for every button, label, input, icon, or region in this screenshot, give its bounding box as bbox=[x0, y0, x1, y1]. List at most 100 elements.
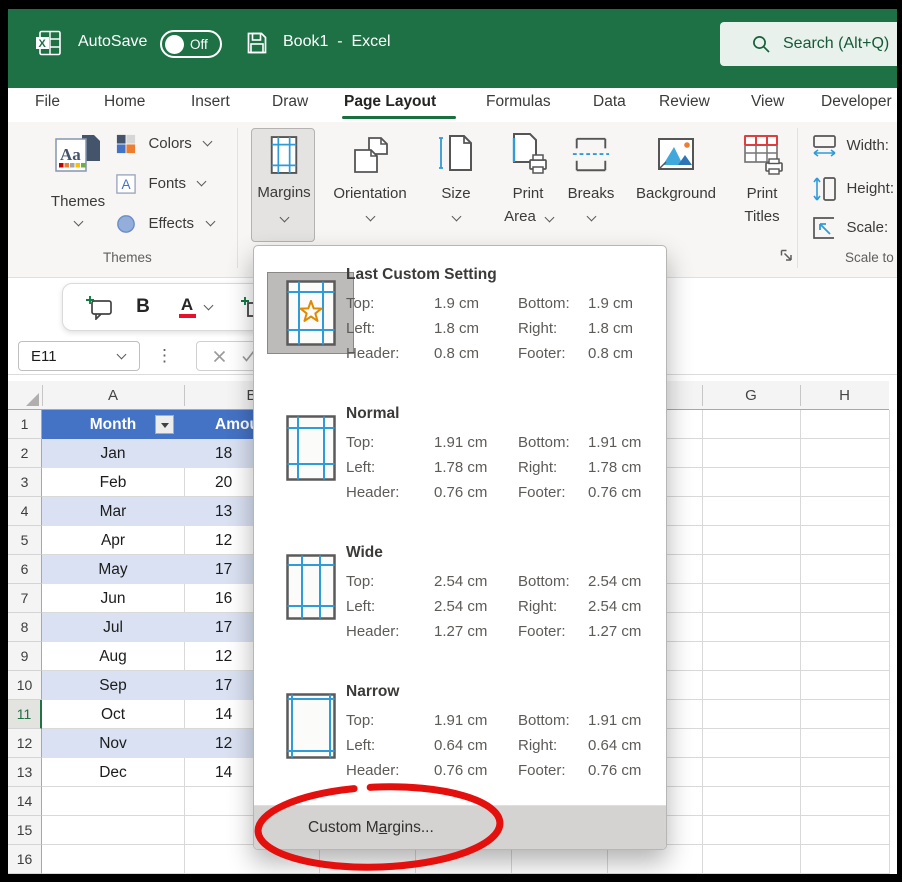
tab-view[interactable]: View bbox=[751, 93, 784, 111]
tab-home[interactable]: Home bbox=[104, 93, 145, 111]
excel-app-icon[interactable]: X bbox=[36, 30, 62, 56]
breaks-button[interactable]: Breaks bbox=[561, 128, 621, 242]
width-icon bbox=[812, 134, 838, 158]
preset-title: Normal bbox=[346, 405, 399, 423]
cell-month[interactable]: Jan bbox=[42, 439, 184, 468]
orientation-button[interactable]: Orientation bbox=[322, 128, 418, 242]
cancel-icon[interactable] bbox=[213, 350, 226, 363]
chevron-down-icon bbox=[203, 300, 213, 310]
row-header[interactable]: 16 bbox=[8, 845, 42, 874]
cell-month[interactable]: Oct bbox=[42, 700, 184, 729]
row-header[interactable]: 7 bbox=[8, 584, 42, 613]
autosave-state: Off bbox=[190, 37, 208, 52]
background-button[interactable]: Background bbox=[626, 128, 726, 242]
save-icon[interactable] bbox=[246, 31, 268, 55]
row-header[interactable]: 3 bbox=[8, 468, 42, 497]
cell-month[interactable]: Apr bbox=[42, 526, 184, 555]
row-header[interactable]: 1 bbox=[8, 410, 42, 439]
cell-month[interactable]: Feb bbox=[42, 468, 184, 497]
row-header[interactable]: 14 bbox=[8, 787, 42, 816]
row-header[interactable]: 4 bbox=[8, 497, 42, 526]
row-header[interactable]: 6 bbox=[8, 555, 42, 584]
label-top: Top: bbox=[346, 569, 434, 594]
cell-month[interactable]: Mar bbox=[42, 497, 184, 526]
margin-preset-normal[interactable]: Normal Top:1.91 cmBottom:1.91 cm Left:1.… bbox=[254, 399, 666, 538]
margins-icon bbox=[267, 135, 301, 175]
column-separator[interactable] bbox=[702, 385, 703, 406]
themes-button[interactable]: Aa Themes bbox=[46, 130, 110, 240]
search-box[interactable]: Search (Alt+Q) bbox=[720, 22, 902, 66]
chevron-down-icon bbox=[197, 177, 207, 187]
title-bar: X AutoSave Off Book1 - Excel Search (Alt… bbox=[8, 9, 897, 88]
margin-preset-thumbnail bbox=[286, 415, 336, 486]
font-color-button[interactable]: A bbox=[167, 284, 223, 330]
value-header: 0.76 cm bbox=[434, 480, 518, 505]
row-header[interactable]: 8 bbox=[8, 613, 42, 642]
tab-draw[interactable]: Draw bbox=[272, 93, 308, 111]
print-area-icon bbox=[508, 132, 548, 176]
dialog-launcher-icon[interactable] bbox=[780, 249, 793, 262]
tab-formulas[interactable]: Formulas bbox=[486, 93, 551, 111]
cell-month[interactable]: Jun bbox=[42, 584, 184, 613]
cell-month[interactable]: Aug bbox=[42, 642, 184, 671]
tab-file[interactable]: File bbox=[35, 93, 60, 111]
row-header[interactable]: 5 bbox=[8, 526, 42, 555]
row-header[interactable]: 10 bbox=[8, 671, 42, 700]
tab-page-layout[interactable]: Page Layout bbox=[344, 93, 436, 111]
width-field[interactable]: Width: bbox=[812, 134, 889, 158]
cell-month[interactable]: Sep bbox=[42, 671, 184, 700]
colors-button[interactable]: Colors bbox=[116, 134, 211, 158]
margins-button[interactable]: Margins bbox=[251, 128, 315, 242]
effects-button[interactable]: Effects bbox=[116, 214, 214, 238]
value-bottom: 1.91 cm bbox=[588, 430, 641, 455]
size-label: Size bbox=[428, 185, 484, 202]
column-separator[interactable] bbox=[184, 385, 185, 406]
print-area-button[interactable]: Print Area bbox=[494, 128, 562, 242]
height-label: Height: bbox=[846, 180, 894, 197]
height-field[interactable]: Height: bbox=[812, 176, 894, 200]
margin-preset-wide[interactable]: Wide Top:2.54 cmBottom:2.54 cm Left:2.54… bbox=[254, 538, 666, 677]
value-top: 1.9 cm bbox=[434, 291, 518, 316]
cell-month[interactable]: Jul bbox=[42, 613, 184, 642]
margins-dropdown-menu: Last Custom Setting Top:1.9 cmBottom:1.9… bbox=[253, 245, 667, 850]
ribbon-tab-row: File Home Insert Draw Page Layout Formul… bbox=[8, 88, 897, 122]
print-titles-button[interactable]: Print Titles bbox=[732, 128, 792, 242]
autosave-toggle[interactable]: Off bbox=[160, 30, 222, 58]
scale-field[interactable]: Scale: bbox=[812, 216, 888, 240]
column-header-a[interactable]: A bbox=[42, 381, 184, 410]
label-right: Right: bbox=[518, 733, 588, 758]
tab-insert[interactable]: Insert bbox=[191, 93, 230, 111]
row-header[interactable]: 9 bbox=[8, 642, 42, 671]
tab-data[interactable]: Data bbox=[593, 93, 626, 111]
column-header-g[interactable]: G bbox=[702, 381, 800, 410]
row-header[interactable]: 2 bbox=[8, 439, 42, 468]
label-footer: Footer: bbox=[518, 480, 588, 505]
cell-month[interactable]: May bbox=[42, 555, 184, 584]
preset-values: Top:1.91 cmBottom:1.91 cm Left:0.64 cmRi… bbox=[346, 708, 641, 783]
name-box[interactable]: E11 bbox=[18, 341, 140, 371]
select-all-corner[interactable] bbox=[8, 381, 42, 410]
margin-preset-last-custom-setting[interactable]: Last Custom Setting Top:1.9 cmBottom:1.9… bbox=[254, 260, 666, 399]
themes-group-label: Themes bbox=[103, 250, 152, 265]
tab-review[interactable]: Review bbox=[659, 93, 710, 111]
tab-developer[interactable]: Developer bbox=[821, 93, 892, 111]
filter-dropdown-button[interactable] bbox=[155, 415, 174, 434]
cell-month[interactable]: Nov bbox=[42, 729, 184, 758]
row-header-active[interactable]: 11 bbox=[8, 700, 42, 729]
bold-button[interactable]: B bbox=[125, 284, 161, 330]
size-button[interactable]: Size bbox=[428, 128, 484, 242]
chevron-down-icon bbox=[280, 213, 290, 223]
row-header[interactable]: 12 bbox=[8, 729, 42, 758]
new-comment-button[interactable] bbox=[77, 284, 121, 330]
label-left: Left: bbox=[346, 733, 434, 758]
fonts-button[interactable]: A Fonts bbox=[116, 174, 205, 198]
column-header-h[interactable]: H bbox=[800, 381, 889, 410]
row-header[interactable]: 13 bbox=[8, 758, 42, 787]
frame-right bbox=[897, 0, 902, 882]
column-separator[interactable] bbox=[800, 385, 801, 406]
row-header[interactable]: 15 bbox=[8, 816, 42, 845]
cell-month[interactable]: Dec bbox=[42, 758, 184, 787]
toolbar-drag-handle-icon[interactable]: ⋮ bbox=[156, 346, 173, 366]
label-right: Right: bbox=[518, 594, 588, 619]
column-separator[interactable] bbox=[42, 385, 43, 406]
